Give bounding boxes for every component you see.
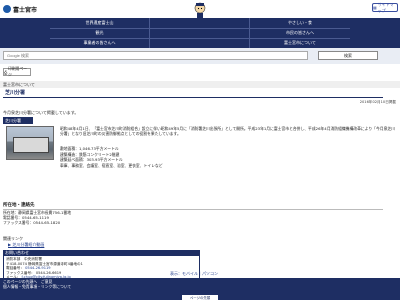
mascot-icon bbox=[194, 2, 206, 18]
print-button[interactable]: ⎙ 印刷用ページ bbox=[3, 66, 31, 77]
display-switch[interactable]: 表示：モバイル｜パソコン bbox=[170, 271, 218, 277]
breadcrumb[interactable]: 富士宮市について bbox=[3, 82, 35, 88]
nav-divider bbox=[50, 38, 350, 39]
sitemap-icon: ▦ bbox=[373, 5, 377, 10]
fax-line: ファックス番号：0544-65-1820 bbox=[3, 220, 61, 225]
search-input[interactable] bbox=[3, 51, 308, 60]
header: 富士宮市 ▦ サイトマップ bbox=[0, 0, 400, 18]
building-image bbox=[13, 137, 49, 153]
site-name: 富士宮市 bbox=[13, 6, 38, 14]
breadcrumb-bar bbox=[0, 81, 400, 88]
printer-icon: ⎙ bbox=[4, 69, 8, 75]
intro-text: 今月泉芝川分署について掲載しています。 bbox=[3, 110, 79, 115]
nav-empty bbox=[150, 38, 250, 48]
global-nav: 世界遺産富士山 やさしい・食 観光 市民の皆さんへ 事業者の皆さんへ 富士宮市に… bbox=[0, 18, 400, 48]
city-emblem-icon bbox=[3, 5, 11, 13]
footer-nav: このページの先頭へ ご意見 個人情報・免責事項・リンク等について bbox=[3, 279, 71, 289]
nav-tourism[interactable]: 観光 bbox=[50, 28, 150, 38]
nav-about-city[interactable]: 富士宮市について bbox=[250, 38, 350, 48]
sitemap-button[interactable]: ▦ サイトマップ bbox=[372, 2, 398, 13]
search-button[interactable]: 検索 bbox=[318, 51, 378, 60]
address-title: 所在地・連絡先 bbox=[3, 202, 383, 210]
inquiry-title: お問い合わせ bbox=[3, 250, 200, 256]
nav-divider bbox=[50, 28, 350, 29]
page-top-button[interactable]: ページの先頭 bbox=[182, 295, 218, 300]
footer-link-policy[interactable]: 個人情報・免責事項・リンク等について bbox=[3, 284, 71, 289]
site-logo[interactable]: 富士宮市 bbox=[3, 4, 53, 14]
description-text: 昭和48年4月1日、「富士宮市芝川町消防組合」設立に伴い昭和49年5月に「消防署… bbox=[60, 126, 395, 136]
nav-empty bbox=[150, 18, 250, 28]
nav-world-heritage[interactable]: 世界遺産富士山 bbox=[50, 18, 150, 28]
inquiry-phone-number[interactable]: 0544-26-9119 bbox=[25, 266, 50, 270]
nav-empty bbox=[150, 28, 250, 38]
nav-business[interactable]: 事業者の皆さんへ bbox=[50, 38, 150, 48]
page-title: 芝川分署 bbox=[3, 89, 383, 98]
section-title: 芝川分署 bbox=[3, 117, 33, 124]
updated-date: 2016年02月10日掲載 bbox=[359, 100, 396, 104]
nav-food[interactable]: やさしい・食 bbox=[250, 18, 350, 28]
related-video-link[interactable]: ▶ 芝川分署紹介動画 bbox=[8, 242, 44, 248]
link-arrow-icon: ▶ bbox=[8, 242, 12, 247]
station-photo bbox=[6, 126, 54, 160]
facility-rooms: 車庫、事務室、会議室、宿直室、浴室、更衣室、トイレなど bbox=[60, 162, 163, 168]
nav-citizens[interactable]: 市民の皆さんへ bbox=[250, 28, 350, 38]
